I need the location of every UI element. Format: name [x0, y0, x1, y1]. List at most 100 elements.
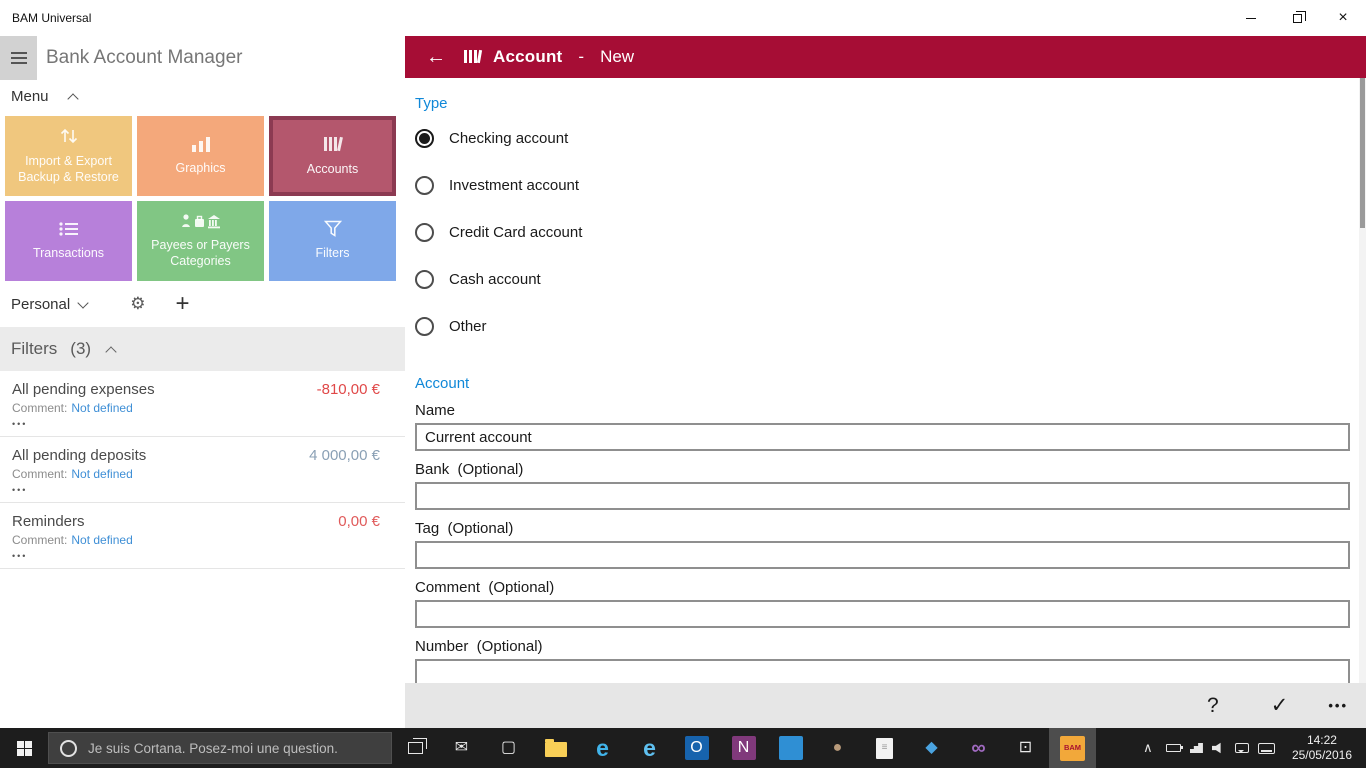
radio-button-icon [415, 317, 434, 336]
store-icon[interactable]: ▢ [485, 728, 532, 768]
add-button[interactable]: + [175, 292, 189, 316]
cortana-icon [60, 739, 77, 757]
tile-label: Filters [315, 246, 350, 261]
profile-row: Personal ⚙ + [0, 285, 405, 318]
comment-label: Comment: [12, 401, 68, 415]
app-dark-icon[interactable]: ● [814, 728, 861, 768]
filters-section-header[interactable]: Filters (3) [0, 327, 405, 371]
tile-label: Payees or Payers Categories [151, 237, 250, 268]
visual-studio-icon[interactable]: ∞ [955, 728, 1002, 768]
volume-icon[interactable] [1211, 742, 1221, 754]
radio-label: Investment account [449, 177, 580, 194]
outlook-icon[interactable]: O [673, 728, 720, 768]
minimize-button[interactable] [1228, 0, 1274, 36]
mail-icon[interactable]: ✉ [438, 728, 485, 768]
close-icon: × [1338, 9, 1348, 26]
type-section-label: Type [415, 95, 448, 112]
left-panel-header: Bank Account Manager [0, 36, 405, 80]
edge-icon[interactable]: e [579, 728, 626, 768]
tile-import-export[interactable]: Import & Export Backup & Restore [5, 116, 132, 196]
tile-graphics[interactable]: Graphics [137, 116, 264, 196]
feedback-icon[interactable] [1234, 743, 1249, 753]
start-button[interactable] [0, 728, 48, 768]
radio-checking-account[interactable]: Checking account [415, 115, 1350, 162]
tile-label: Import & Export Backup & Restore [18, 153, 119, 184]
back-button[interactable]: ← [426, 46, 446, 69]
filter-amount: -810,00 € [316, 381, 380, 398]
comment-input[interactable] [415, 600, 1350, 628]
app-blue-icon[interactable] [767, 728, 814, 768]
app-diamond-icon[interactable]: ◆ [908, 728, 955, 768]
comment-label: Comment: [12, 467, 68, 481]
minimize-icon [1246, 17, 1256, 19]
scrollbar-thumb[interactable] [1360, 78, 1365, 228]
windows-logo-icon [16, 740, 32, 756]
radio-button-icon [415, 176, 434, 195]
photos-icon[interactable]: ⊡ [1002, 728, 1049, 768]
filter-name: All pending deposits [12, 447, 147, 464]
cortana-search[interactable]: Je suis Cortana. Posez-moi une question. [48, 732, 392, 764]
radio-button-icon [415, 129, 434, 148]
task-view-button[interactable] [392, 728, 438, 768]
number-label: Number (Optional) [415, 638, 543, 655]
task-view-icon [407, 738, 427, 754]
name-input[interactable] [415, 423, 1350, 451]
hamburger-button[interactable] [0, 36, 37, 80]
menu-toggle[interactable]: Menu [0, 80, 405, 109]
tile-transactions[interactable]: Transactions [5, 201, 132, 281]
battery-icon[interactable] [1165, 744, 1183, 752]
menu-tiles: Import & Export Backup & Restore Graphics… [0, 109, 405, 285]
tag-input[interactable] [415, 541, 1350, 569]
radio-button-icon [415, 223, 434, 242]
file-explorer-icon[interactable] [532, 728, 579, 768]
network-icon[interactable] [1189, 743, 1203, 753]
tile-filters[interactable]: Filters [269, 201, 396, 281]
internet-explorer-icon[interactable]: e [626, 728, 673, 768]
radio-investment-account[interactable]: Investment account [415, 162, 1350, 209]
tile-payees[interactable]: Payees or Payers Categories [137, 201, 264, 281]
radio-credit-card-account[interactable]: Credit Card account [415, 209, 1350, 256]
gear-icon[interactable]: ⚙ [130, 294, 145, 314]
restore-button[interactable] [1274, 0, 1320, 36]
close-button[interactable]: × [1320, 0, 1366, 36]
accept-button[interactable]: ✓ [1271, 693, 1289, 718]
item-more-button[interactable]: ••• [12, 419, 380, 429]
title-separator: - [578, 47, 585, 66]
item-more-button[interactable]: ••• [12, 551, 380, 561]
cortana-search-text: Je suis Cortana. Posez-moi une question. [88, 740, 338, 756]
chevron-up-icon [66, 93, 79, 105]
taskbar: Je suis Cortana. Posez-moi une question.… [0, 728, 1366, 768]
keyboard-icon[interactable] [1257, 742, 1275, 754]
list-item[interactable]: All pending deposits 4 000,00 € Comment:… [0, 437, 405, 503]
hamburger-icon [10, 57, 27, 59]
comment-label: Comment: [12, 533, 68, 547]
list-item[interactable]: All pending expenses -810,00 € Comment: N… [0, 371, 405, 437]
number-input[interactable] [415, 659, 1350, 683]
onenote-icon[interactable]: N [720, 728, 767, 768]
tile-accounts[interactable]: Accounts [269, 116, 396, 196]
filter-name: All pending expenses [12, 381, 155, 398]
help-button[interactable]: ? [1207, 694, 1219, 718]
profile-selector[interactable]: Personal [11, 296, 70, 313]
form-content: Type Checking account Investment account… [405, 78, 1366, 683]
field-number: Number (Optional) [415, 638, 1350, 683]
taskbar-clock[interactable]: 14:22 25/05/2016 [1284, 733, 1360, 763]
chevron-down-icon[interactable] [77, 296, 89, 309]
scrollbar[interactable] [1359, 78, 1366, 683]
window-title: BAM Universal [12, 11, 92, 25]
clock-date: 25/05/2016 [1291, 748, 1352, 762]
document-app-icon[interactable]: ≡ [861, 728, 908, 768]
radio-cash-account[interactable]: Cash account [415, 256, 1350, 303]
radio-other[interactable]: Other [415, 303, 1350, 350]
bam-app-icon[interactable]: BAM [1049, 728, 1096, 768]
detail-panel: ← Account - New Type Checking account In… [405, 36, 1366, 728]
more-button[interactable]: ••• [1328, 698, 1348, 713]
system-tray: ∧ 14:22 25/05/2016 [1139, 728, 1366, 768]
list-item[interactable]: Reminders 0,00 € Comment: Not defined ••• [0, 503, 405, 569]
bank-input[interactable] [415, 482, 1350, 510]
item-more-button[interactable]: ••• [12, 485, 380, 495]
radio-label: Checking account [449, 130, 569, 147]
left-panel: Bank Account Manager Menu Import & Expor… [0, 36, 405, 728]
tray-chevron-up-icon[interactable]: ∧ [1139, 740, 1157, 756]
radio-label: Other [449, 318, 487, 335]
